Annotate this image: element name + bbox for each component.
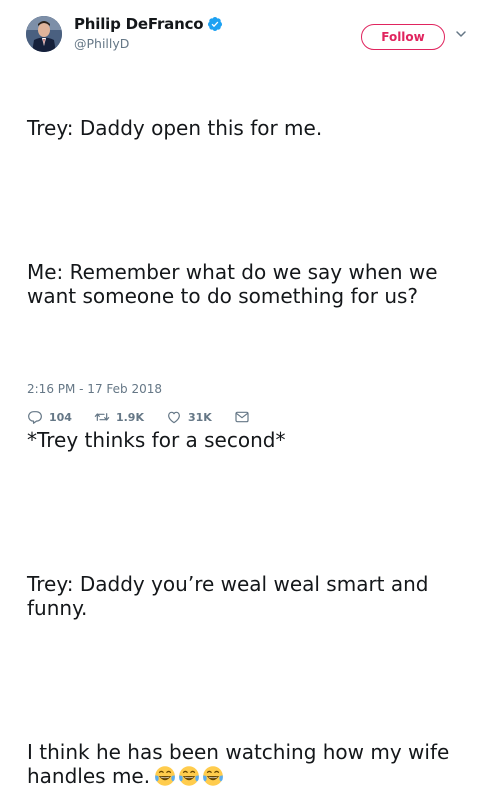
retweet-button[interactable]: 1.9K <box>94 409 144 425</box>
tweet-text: Trey: Daddy open this for me. Me: Rememb… <box>27 68 477 812</box>
heart-icon <box>168 411 180 424</box>
tweet-paragraph-last: I think he has been watching how my wife… <box>27 740 477 788</box>
reply-count: 104 <box>49 410 72 424</box>
retweet-count: 1.9K <box>115 410 144 424</box>
chevron-down-icon[interactable] <box>455 28 467 40</box>
retweet-icon <box>94 413 110 421</box>
face-with-tears-of-joy-icon <box>203 766 223 786</box>
reply-button[interactable]: 104 <box>27 409 72 425</box>
tweet-timestamp[interactable]: 2:16 PM - 17 Feb 2018 <box>27 382 162 396</box>
reply-icon <box>28 411 42 424</box>
tweet-actions: 104 1.9K 31K <box>27 409 272 425</box>
tweet-paragraph: *Trey thinks for a second* <box>27 428 286 452</box>
user-handle[interactable]: @PhillyD <box>74 36 129 51</box>
face-with-tears-of-joy-icon <box>155 766 175 786</box>
verified-badge-icon <box>208 17 223 31</box>
face-with-tears-of-joy-icon <box>179 766 199 786</box>
tweet-paragraph: Me: Remember what do we say when we want… <box>27 260 444 308</box>
tweet-paragraph: Trey: Daddy you’re weal weal smart and f… <box>27 572 435 620</box>
like-count: 31K <box>187 410 212 424</box>
display-name[interactable]: Philip DeFranco <box>74 15 204 33</box>
avatar-image <box>26 16 62 52</box>
avatar[interactable] <box>26 16 62 52</box>
follow-button[interactable]: Follow <box>361 24 445 50</box>
tweet-paragraph: Trey: Daddy open this for me. <box>27 116 323 140</box>
direct-message-button[interactable] <box>234 409 250 425</box>
envelope-icon <box>235 411 249 423</box>
tweet-paragraph: I think he has been watching how my wife… <box>27 740 456 788</box>
emoji-group <box>154 765 224 787</box>
like-button[interactable]: 31K <box>166 409 212 425</box>
